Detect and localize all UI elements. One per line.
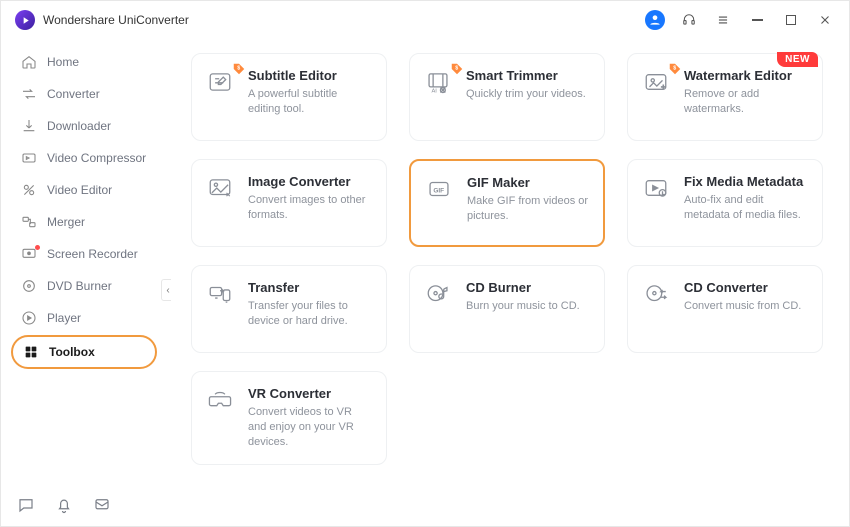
user-icon[interactable]: [645, 10, 665, 30]
sidebar-item-dvd[interactable]: DVD Burner: [11, 271, 157, 301]
tool-title: Image Converter: [248, 174, 372, 189]
tool-title: VR Converter: [248, 386, 372, 401]
headset-icon[interactable]: [679, 10, 699, 30]
image-icon: [206, 174, 234, 202]
minimize-button[interactable]: [747, 10, 767, 30]
tool-card-cd-burner[interactable]: CD Burner Burn your music to CD.: [409, 265, 605, 353]
tool-desc: Auto-fix and edit metadata of media file…: [684, 193, 808, 223]
app-logo: [15, 10, 35, 30]
sidebar-item-label: DVD Burner: [47, 279, 112, 293]
downloader-icon: [21, 118, 37, 134]
subtitle-icon: [206, 68, 234, 96]
cdconverter-icon: [642, 280, 670, 308]
sidebar-item-label: Home: [47, 55, 79, 69]
svg-text:AI: AI: [432, 89, 438, 95]
sidebar-item-label: Video Compressor: [47, 151, 146, 165]
tool-card-fix-metadata[interactable]: Fix Media Metadata Auto-fix and edit met…: [627, 159, 823, 247]
tool-title: Subtitle Editor: [248, 68, 372, 83]
menu-icon[interactable]: [713, 10, 733, 30]
sidebar-item-toolbox[interactable]: Toolbox: [11, 335, 157, 369]
tool-card-vr-converter[interactable]: VR Converter Convert videos to VR and en…: [191, 371, 387, 465]
new-badge: NEW: [777, 52, 818, 67]
app-title: Wondershare UniConverter: [43, 13, 189, 27]
tool-card-transfer[interactable]: Transfer Transfer your files to device o…: [191, 265, 387, 353]
messages-icon[interactable]: [17, 496, 35, 514]
sidebar-item-compressor[interactable]: Video Compressor: [11, 143, 157, 173]
tool-desc: Convert images to other formats.: [248, 193, 372, 223]
sidebar-item-label: Video Editor: [47, 183, 112, 197]
tool-title: GIF Maker: [467, 175, 589, 190]
sidebar-item-label: Downloader: [47, 119, 111, 133]
tool-desc: Convert music from CD.: [684, 299, 801, 314]
tool-desc: A powerful subtitle editing tool.: [248, 87, 372, 117]
tool-desc: Transfer your files to device or hard dr…: [248, 299, 372, 329]
cdburner-icon: [424, 280, 452, 308]
gif-icon: GIF: [425, 175, 453, 203]
bottombar: [1, 484, 849, 526]
maximize-button[interactable]: [781, 10, 801, 30]
tool-desc: Make GIF from videos or pictures.: [467, 194, 589, 224]
sidebar-item-home[interactable]: Home: [11, 47, 157, 77]
tool-desc: Quickly trim your videos.: [466, 87, 586, 102]
titlebar: Wondershare UniConverter: [1, 1, 849, 39]
sidebar-item-converter[interactable]: Converter: [11, 79, 157, 109]
compressor-icon: [21, 150, 37, 166]
feedback-icon[interactable]: [93, 496, 111, 514]
trimmer-icon: AI: [424, 68, 452, 96]
svg-text:$: $: [455, 66, 458, 72]
sidebar-item-merger[interactable]: Merger: [11, 207, 157, 237]
price-tag-icon: $: [232, 62, 246, 76]
sidebar-item-label: Player: [47, 311, 81, 325]
svg-text:$: $: [673, 66, 676, 72]
editor-icon: [21, 182, 37, 198]
tool-desc: Remove or add watermarks.: [684, 87, 808, 117]
sidebar-item-recorder[interactable]: Screen Recorder: [11, 239, 157, 269]
svg-text:$: $: [237, 66, 240, 72]
sidebar: Home Converter Downloader Video Compress…: [1, 39, 167, 484]
price-tag-icon: $: [668, 62, 682, 76]
main-panel: $ Subtitle Editor A powerful subtitle ed…: [171, 39, 843, 484]
transfer-icon: [206, 280, 234, 308]
player-icon: [21, 310, 37, 326]
tool-desc: Burn your music to CD.: [466, 299, 580, 314]
tool-card-image-converter[interactable]: Image Converter Convert images to other …: [191, 159, 387, 247]
sidebar-item-label: Toolbox: [49, 345, 95, 359]
tool-desc: Convert videos to VR and enjoy on your V…: [248, 405, 372, 450]
sidebar-item-editor[interactable]: Video Editor: [11, 175, 157, 205]
sidebar-item-label: Converter: [47, 87, 100, 101]
sidebar-item-label: Screen Recorder: [47, 247, 138, 261]
close-button[interactable]: [815, 10, 835, 30]
tool-card-gif-maker[interactable]: GIF GIF Maker Make GIF from videos or pi…: [409, 159, 605, 247]
sidebar-item-label: Merger: [47, 215, 85, 229]
tool-card-smart-trimmer[interactable]: $ AI Smart Trimmer Quickly trim your vid…: [409, 53, 605, 141]
tool-title: Watermark Editor: [684, 68, 808, 83]
dvd-icon: [21, 278, 37, 294]
converter-icon: [21, 86, 37, 102]
sidebar-item-downloader[interactable]: Downloader: [11, 111, 157, 141]
notifications-icon[interactable]: [55, 496, 73, 514]
toolbox-icon: [23, 344, 39, 360]
tool-title: CD Converter: [684, 280, 801, 295]
svg-text:GIF: GIF: [433, 187, 444, 194]
tool-title: Fix Media Metadata: [684, 174, 808, 189]
price-tag-icon: $: [450, 62, 464, 76]
watermark-icon: [642, 68, 670, 96]
home-icon: [21, 54, 37, 70]
tool-card-cd-converter[interactable]: CD Converter Convert music from CD.: [627, 265, 823, 353]
metadata-icon: [642, 174, 670, 202]
tool-title: CD Burner: [466, 280, 580, 295]
tool-card-watermark-editor[interactable]: $ NEW Watermark Editor Remove or add wat…: [627, 53, 823, 141]
vr-icon: [206, 386, 234, 414]
sidebar-item-player[interactable]: Player: [11, 303, 157, 333]
merger-icon: [21, 214, 37, 230]
tool-title: Transfer: [248, 280, 372, 295]
tool-title: Smart Trimmer: [466, 68, 586, 83]
tool-card-subtitle-editor[interactable]: $ Subtitle Editor A powerful subtitle ed…: [191, 53, 387, 141]
recorder-icon: [21, 246, 37, 262]
